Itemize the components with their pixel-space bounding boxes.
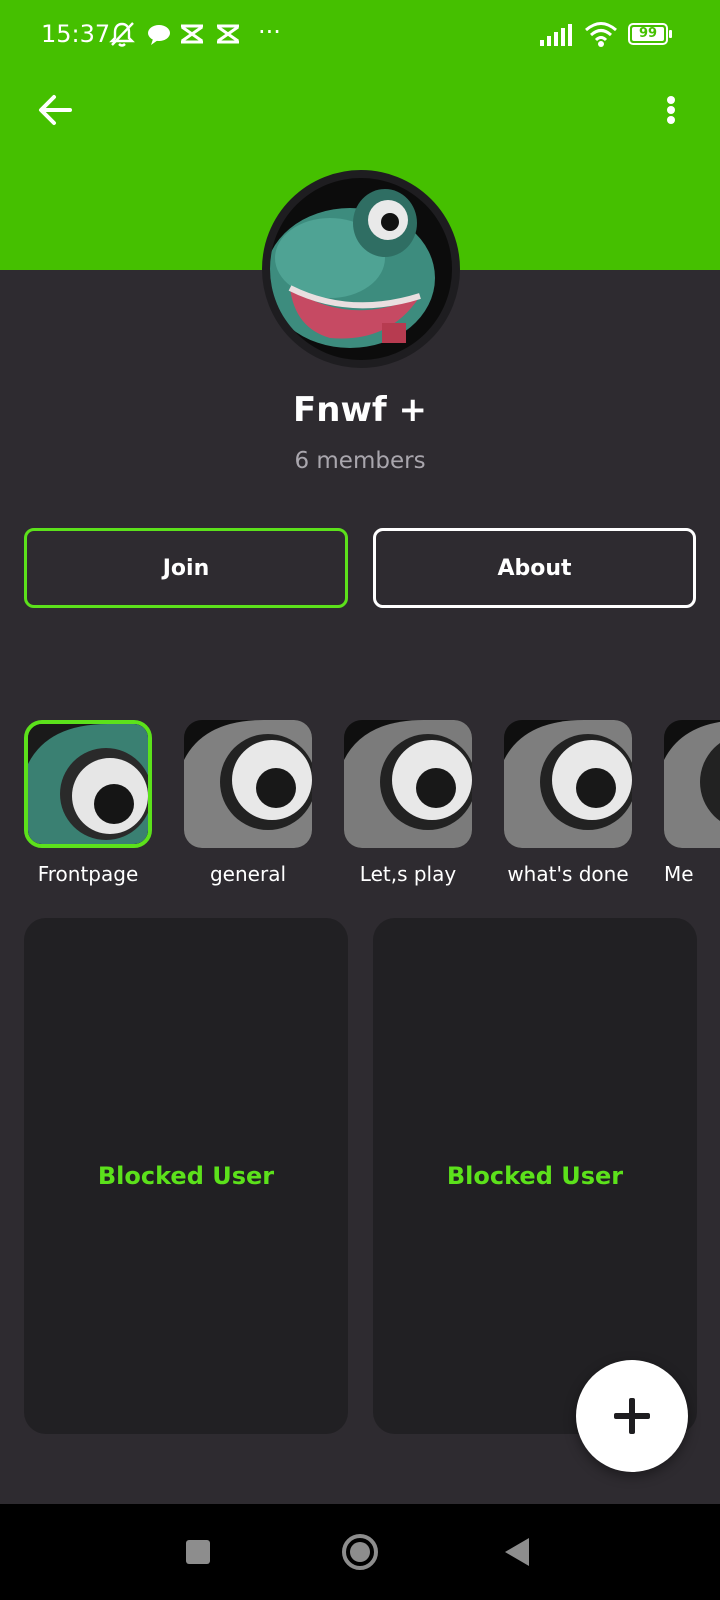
create-post-button[interactable] <box>576 1360 688 1472</box>
status-time: 15:37 <box>41 20 111 48</box>
channel-thumbnail <box>504 720 632 848</box>
battery-level: 99 <box>638 26 658 41</box>
signal-icon <box>540 24 572 46</box>
blocked-user-label: Blocked User <box>97 1162 275 1190</box>
channel-item-frontpage[interactable]: Frontpage <box>24 720 152 886</box>
channel-thumbnail <box>344 720 472 848</box>
chat-bubble-icon <box>148 25 170 45</box>
about-button[interactable]: About <box>373 528 696 608</box>
frog-avatar-image <box>270 178 452 360</box>
status-bar: 15:37 ··· 99 <box>0 0 720 70</box>
home-icon[interactable] <box>342 1534 378 1570</box>
member-count[interactable]: 6 members <box>0 448 720 474</box>
channel-thumbnail <box>184 720 312 848</box>
channel-item-lets-play[interactable]: Let,s play <box>344 720 472 886</box>
eye-image <box>28 724 148 844</box>
community-name: Fnwf + <box>293 390 427 430</box>
channel-thumbnail <box>24 720 152 848</box>
channel-label: Let,s play <box>359 862 457 886</box>
eye-image <box>184 720 312 848</box>
channel-thumbnail <box>664 720 720 848</box>
capcut-icon <box>181 24 203 44</box>
eye-image <box>504 720 632 848</box>
capcut-icon <box>217 24 239 44</box>
community-avatar <box>262 170 460 368</box>
channel-item-general[interactable]: general <box>184 720 312 886</box>
wifi-icon <box>585 22 617 47</box>
bell-muted-icon <box>109 22 135 47</box>
channel-label: Frontpage <box>37 862 139 886</box>
join-button[interactable]: Join <box>24 528 348 608</box>
eye-image <box>344 720 472 848</box>
channel-label: what's done <box>507 862 629 886</box>
more-notifications-icon: ··· <box>258 18 281 46</box>
battery-icon: 99 <box>628 23 672 45</box>
blocked-user-label: Blocked User <box>446 1162 624 1190</box>
channel-list: Frontpage general Let,s play what's done… <box>0 720 720 890</box>
channel-label: general <box>209 862 286 886</box>
system-back-icon[interactable] <box>505 1538 529 1566</box>
eye-image <box>664 720 720 848</box>
post-card[interactable]: Blocked User <box>373 918 697 1434</box>
channel-item-whats-done[interactable]: what's done <box>504 720 632 886</box>
channel-item-me[interactable]: Me <box>664 720 720 886</box>
back-arrow-icon[interactable] <box>36 90 76 130</box>
channel-label: Me <box>664 862 694 886</box>
recent-apps-icon[interactable] <box>186 1540 210 1564</box>
post-card[interactable]: Blocked User <box>24 918 348 1434</box>
more-options-icon[interactable] <box>656 90 686 130</box>
